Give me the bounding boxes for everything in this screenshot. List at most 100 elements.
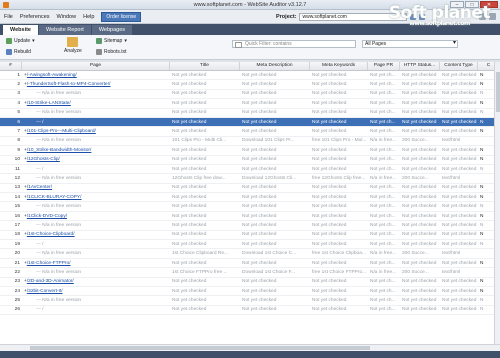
- table-row[interactable]: 8 --- N/a in free version 101 Clips Pro - …: [0, 136, 500, 147]
- table-row[interactable]: 14 +/1CLICK-BLURAY-COPY/Not yet checked No…: [0, 193, 500, 203]
- col-meta-keywords[interactable]: Meta Keywords: [310, 62, 368, 70]
- table-row[interactable]: 7 +/101-Clips-Pro---Multi-Clipboard/Not y…: [0, 127, 500, 137]
- row-content-type: Not yet checked: [442, 204, 477, 210]
- row-content-type: Not yet checked: [442, 307, 477, 313]
- row-page-text[interactable]: /-ThunderSoft-Flash-to-MP4-Converter/: [27, 82, 111, 87]
- row-meta-description: Not yet checked: [242, 147, 277, 153]
- sitemap-icon: [96, 38, 102, 44]
- table-row[interactable]: 12 --- N/a in free version 12Ghosts Clip f…: [0, 174, 500, 184]
- row-page-text[interactable]: /10-Strike-LANState/: [27, 101, 71, 106]
- sitemap-button[interactable]: Sitemap ▾: [96, 38, 127, 44]
- row-page: +/1CLICK-BLURAY-COPY/: [22, 193, 170, 202]
- row-page-text[interactable]: /1st-Choice-FTPPro/: [27, 261, 71, 266]
- row-http-status: Not yet checked: [402, 213, 437, 219]
- row-page-text[interactable]: /1st-Choice-Clipboard/: [27, 232, 75, 237]
- menu-window[interactable]: Window: [57, 14, 77, 20]
- row-content-type: Not yet checked: [442, 119, 477, 125]
- table-row[interactable]: 21 +/1st-Choice-FTPPro/Not yet checked Not…: [0, 259, 500, 269]
- col-number[interactable]: #: [0, 62, 22, 70]
- close-icon[interactable]: ✕: [480, 1, 498, 8]
- table-row[interactable]: 18 +/1st-Choice-Clipboard/Not yet checked…: [0, 231, 500, 241]
- table-row[interactable]: 17 --- N/a in free version Not yet checked…: [0, 221, 500, 231]
- row-page: +/32bit-Convert-It/: [22, 287, 170, 296]
- row-meta-description: Not yet checked: [242, 185, 277, 191]
- table-row[interactable]: 20 --- N/a in free version 1st Choice Clip…: [0, 249, 500, 259]
- project-dropdown[interactable]: www.softplanet.com: [299, 13, 408, 21]
- order-license-button[interactable]: Order license: [101, 11, 142, 22]
- row-page-text[interactable]: /12Ghosts-Clip/: [27, 157, 60, 162]
- row-page-text[interactable]: /101-Clips-Pro---Multi-Clipboard/: [27, 129, 96, 134]
- row-page-text[interactable]: /1Click-DVD-Copy/: [27, 214, 67, 219]
- table-row[interactable]: 25 --- N/a in free version Not yet checked…: [0, 296, 500, 306]
- table-row[interactable]: 2 +/-ThunderSoft-Flash-to-MP4-Converter/N…: [0, 80, 500, 90]
- analyze-button[interactable]: Analyze: [64, 37, 82, 54]
- table-row[interactable]: 13 +/1AvCenter/Not yet checked Not yet che…: [0, 184, 500, 194]
- row-meta-keywords: Not yet checked: [312, 204, 347, 210]
- row-page: +/12Ghosts-Clip/: [22, 155, 170, 164]
- col-page[interactable]: Page: [22, 62, 170, 70]
- row-content-type: Not yet checked: [442, 82, 477, 88]
- minimize-icon[interactable]: –: [450, 1, 464, 8]
- project-settings-icon[interactable]: [410, 14, 417, 20]
- tools-icon[interactable]: [479, 13, 486, 20]
- table-row[interactable]: 1 +/-Awingsoft-Awakening/Not yet checked N…: [0, 71, 500, 81]
- row-page-text[interactable]: /1AvCenter/: [27, 185, 52, 190]
- row-page-text: --- N/a in free version: [36, 176, 82, 181]
- horizontal-scrollbar[interactable]: [0, 344, 500, 351]
- pages-filter-dropdown[interactable]: All Pages: [362, 40, 458, 48]
- table-row[interactable]: 3 --- N/a in free version Not yet checked N…: [0, 89, 500, 100]
- maximize-icon[interactable]: □: [465, 1, 479, 8]
- col-content-type[interactable]: Content Type: [440, 62, 478, 70]
- row-meta-keywords: Not yet checked: [312, 288, 347, 294]
- update-button[interactable]: Update ▾: [6, 38, 35, 44]
- vscroll-thumb[interactable]: [496, 72, 500, 112]
- rebuild-button[interactable]: Rebuild: [6, 49, 31, 55]
- row-meta-description: Download 1st Choice C...: [242, 251, 297, 257]
- gear-icon[interactable]: [489, 13, 496, 20]
- menu-help[interactable]: Help: [83, 14, 94, 20]
- row-meta-keywords: Not yet checked: [312, 241, 347, 247]
- row-page-pr: Not yet ch...: [370, 91, 396, 97]
- row-content-type: Not yet checked: [442, 72, 477, 78]
- table-row[interactable]: 19 --- / Not yet checked Not yet checked Not…: [0, 240, 500, 250]
- table-row[interactable]: 11 --- / Not yet checked Not yet checked Not…: [0, 165, 500, 175]
- col-http-status[interactable]: HTTP Status...: [400, 62, 440, 70]
- table-row[interactable]: 9 +/10_Strike-Bandwidth-Monitor/Not yet c…: [0, 146, 500, 156]
- robots-button[interactable]: Robots.txt: [96, 49, 127, 55]
- table-row[interactable]: 24 +/32bit-Convert-It/Not yet checked Not …: [0, 287, 500, 297]
- row-page: +/1st-Choice-FTPPro/: [22, 259, 170, 268]
- row-page: --- N/a in free version: [22, 136, 170, 145]
- table-row[interactable]: 26 --- / Not yet checked Not yet checked Not…: [0, 306, 500, 316]
- col-page-pr[interactable]: Page PR: [368, 62, 400, 70]
- row-number: 5: [17, 110, 20, 116]
- row-page: --- N/a in free version: [22, 89, 170, 98]
- table-row[interactable]: 15 --- N/a in free version Not yet checked…: [0, 202, 500, 212]
- tab-website-report[interactable]: Website Report: [39, 25, 91, 35]
- col-title[interactable]: Title: [170, 62, 240, 70]
- menu-file[interactable]: File: [4, 14, 13, 20]
- table-row[interactable]: 22 --- N/a in free version 1st Choice FTPP…: [0, 268, 500, 278]
- menu-preferences[interactable]: Preferences: [20, 14, 50, 20]
- hscroll-thumb[interactable]: [30, 346, 370, 350]
- table-row[interactable]: 6 --- / Not yet checked Not yet checked Not …: [0, 117, 500, 128]
- tab-webpages[interactable]: Webpages: [91, 25, 133, 35]
- row-page-text[interactable]: /2D-and-3D-Animator/: [27, 279, 74, 284]
- table-row[interactable]: 16 +/1Click-DVD-Copy/Not yet checked Not y…: [0, 212, 500, 222]
- row-page-text[interactable]: /-Awingsoft-Awakening/: [27, 73, 77, 78]
- tab-website[interactable]: Website: [3, 25, 38, 35]
- row-page-pr: Not yet ch...: [370, 157, 396, 163]
- row-page-text[interactable]: /32bit-Convert-It/: [27, 289, 63, 294]
- table-row[interactable]: 4 +/10-Strike-LANState/Not yet checked Not…: [0, 99, 500, 109]
- table-row[interactable]: 10 +/12Ghosts-Clip/Not yet checked Not yet…: [0, 156, 500, 165]
- quick-filter-input[interactable]: Quick Filter: contains: [232, 40, 356, 48]
- row-page-text[interactable]: /1CLICK-BLURAY-COPY/: [27, 195, 82, 200]
- vertical-scrollbar[interactable]: [494, 62, 500, 344]
- row-http-status: Not yet checked: [402, 91, 437, 97]
- row-page-pr: N/a in free...: [370, 138, 397, 144]
- row-meta-keywords: Not yet checked: [312, 232, 347, 238]
- col-meta-description[interactable]: Meta Description: [240, 62, 310, 70]
- table-row[interactable]: 23 +/2D-and-3D-Animator/Not yet checked No…: [0, 278, 500, 287]
- row-page-text[interactable]: /10_Strike-Bandwidth-Monitor/: [27, 148, 92, 153]
- project-refresh-icon[interactable]: [419, 14, 426, 20]
- table-row[interactable]: 5 --- N/a in free version Not yet checked N…: [0, 109, 500, 118]
